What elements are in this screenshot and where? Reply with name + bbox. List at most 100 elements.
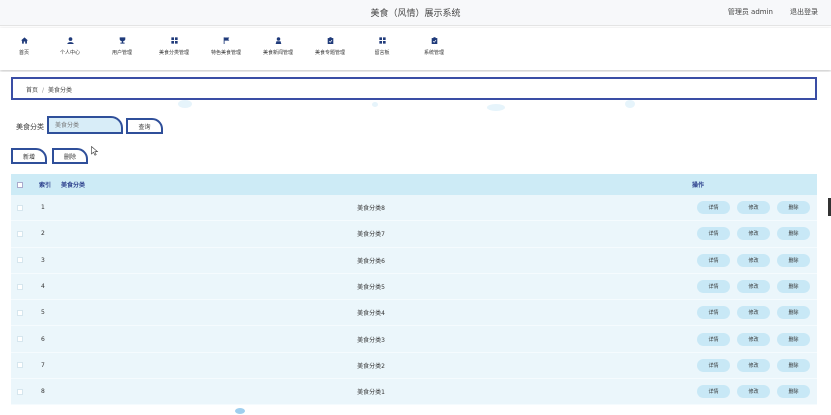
nav-item-system[interactable]: 系统管理 bbox=[408, 28, 460, 70]
delete-button[interactable]: 删除 bbox=[777, 201, 810, 215]
table-body: 1 美食分类8 详情 修改 删除 2 美食分类7 详情 修改 删除 3 美食分类6 详情 修改 删除 4 美食分… bbox=[11, 195, 817, 406]
row-name: 美食分类1 bbox=[357, 389, 385, 397]
row-actions: 详情 修改 删除 bbox=[697, 201, 810, 215]
detail-button[interactable]: 详情 bbox=[697, 358, 730, 372]
nav-item-category[interactable]: 美食分类管理 bbox=[148, 28, 200, 70]
trophy-icon bbox=[119, 37, 125, 44]
row-name: 美食分类3 bbox=[357, 336, 385, 344]
edit-button[interactable]: 修改 bbox=[737, 306, 770, 320]
search-input[interactable] bbox=[47, 116, 123, 134]
row-checkbox[interactable] bbox=[17, 362, 23, 369]
row-name: 美食分类4 bbox=[357, 310, 385, 318]
row-checkbox[interactable] bbox=[17, 230, 23, 237]
detail-button[interactable]: 详情 bbox=[697, 385, 730, 399]
nav-item-users[interactable]: 用户管理 bbox=[96, 28, 148, 70]
row-name: 美食分类8 bbox=[357, 205, 385, 213]
table-row: 8 美食分类1 详情 修改 删除 bbox=[11, 379, 817, 406]
row-index: 8 bbox=[41, 388, 45, 396]
delete-button[interactable]: 删除 bbox=[777, 385, 810, 399]
nav-item-label: 特色美食管理 bbox=[210, 50, 241, 56]
row-index: 6 bbox=[41, 335, 45, 343]
detail-button[interactable]: 详情 bbox=[697, 253, 730, 267]
table-row: 4 美食分类5 详情 修改 删除 bbox=[11, 273, 817, 301]
clipboard-icon bbox=[327, 37, 333, 44]
row-checkbox[interactable] bbox=[17, 204, 23, 211]
select-all-checkbox[interactable] bbox=[17, 181, 23, 188]
row-checkbox[interactable] bbox=[17, 336, 23, 343]
top-bar: 美食（风情）展示系统 管理员 admin 退出登录 bbox=[0, 0, 831, 26]
nav-item-label: 留言板 bbox=[374, 50, 390, 56]
row-name: 美食分类5 bbox=[357, 284, 385, 292]
row-index: 7 bbox=[41, 361, 45, 369]
row-actions: 详情 修改 删除 bbox=[697, 253, 810, 267]
row-checkbox[interactable] bbox=[17, 283, 23, 290]
decor-blob bbox=[487, 104, 505, 111]
add-button[interactable]: 新增 bbox=[11, 148, 47, 164]
row-checkbox[interactable] bbox=[17, 309, 23, 316]
mouse-cursor-icon bbox=[91, 146, 99, 156]
delete-button[interactable]: 删除 bbox=[777, 306, 810, 320]
edit-button[interactable]: 修改 bbox=[737, 385, 770, 399]
delete-button[interactable]: 删除 bbox=[777, 253, 810, 267]
search-label: 美食分类 bbox=[16, 123, 44, 131]
row-actions: 详情 修改 删除 bbox=[697, 332, 810, 346]
detail-button[interactable]: 详情 bbox=[697, 306, 730, 320]
nav-item-messages[interactable]: 留言板 bbox=[356, 28, 408, 70]
row-actions: 详情 修改 删除 bbox=[697, 280, 810, 294]
batch-delete-button[interactable]: 删除 bbox=[52, 148, 88, 164]
nav-item-specialty[interactable]: 特色美食管理 bbox=[200, 28, 252, 70]
breadcrumb-separator: / bbox=[42, 87, 45, 94]
row-index: 3 bbox=[41, 256, 45, 264]
nav-item-label: 美食专题管理 bbox=[314, 50, 345, 56]
detail-button[interactable]: 详情 bbox=[697, 227, 730, 241]
person-icon bbox=[275, 37, 281, 44]
home-icon bbox=[20, 37, 28, 44]
delete-button[interactable]: 删除 bbox=[777, 280, 810, 294]
category-table: 索引 美食分类 操作 1 美食分类8 详情 修改 删除 2 美食分类7 详情 修改 删除 3 美食分类… bbox=[11, 174, 817, 406]
row-index: 2 bbox=[41, 230, 45, 238]
user-icon bbox=[66, 37, 74, 44]
col-header-name: 美食分类 bbox=[61, 182, 86, 189]
row-actions: 详情 修改 删除 bbox=[697, 306, 810, 320]
nav-item-home[interactable]: 首页 bbox=[4, 28, 44, 70]
row-checkbox[interactable] bbox=[17, 257, 23, 264]
table-header: 索引 美食分类 操作 bbox=[11, 174, 817, 195]
table-row: 3 美食分类6 详情 修改 删除 bbox=[11, 247, 817, 274]
flag-icon bbox=[223, 37, 229, 44]
row-checkbox[interactable] bbox=[17, 388, 23, 395]
col-header-ops: 操作 bbox=[692, 182, 705, 189]
delete-button[interactable]: 删除 bbox=[777, 227, 810, 241]
edit-button[interactable]: 修改 bbox=[737, 358, 770, 372]
row-index: 5 bbox=[41, 309, 45, 317]
table-row: 6 美食分类3 详情 修改 删除 bbox=[11, 326, 817, 353]
col-header-index: 索引 bbox=[39, 182, 52, 189]
edit-button[interactable]: 修改 bbox=[737, 332, 770, 346]
decor-blob bbox=[625, 100, 635, 108]
query-button[interactable]: 查询 bbox=[126, 118, 163, 134]
detail-button[interactable]: 详情 bbox=[697, 280, 730, 294]
detail-button[interactable]: 详情 bbox=[697, 332, 730, 346]
delete-button[interactable]: 删除 bbox=[777, 332, 810, 346]
nav-item-news[interactable]: 美食新闻管理 bbox=[252, 28, 304, 70]
row-actions: 详情 修改 删除 bbox=[697, 385, 810, 399]
table-row: 2 美食分类7 详情 修改 删除 bbox=[11, 221, 817, 248]
row-index: 4 bbox=[41, 283, 45, 291]
edit-button[interactable]: 修改 bbox=[737, 227, 770, 241]
breadcrumb-home[interactable]: 首页 bbox=[26, 87, 38, 94]
nav-item-topic[interactable]: 美食专题管理 bbox=[304, 28, 356, 70]
edit-button[interactable]: 修改 bbox=[737, 253, 770, 267]
detail-button[interactable]: 详情 bbox=[697, 201, 730, 215]
nav-item-label: 美食新闻管理 bbox=[262, 50, 293, 56]
table-row: 5 美食分类4 详情 修改 删除 bbox=[11, 300, 817, 327]
edit-button[interactable]: 修改 bbox=[737, 280, 770, 294]
grid-icon bbox=[170, 37, 178, 44]
logout-link[interactable]: 退出登录 bbox=[790, 7, 818, 17]
decor-blob bbox=[372, 102, 378, 107]
nav-item-label: 用户管理 bbox=[111, 50, 132, 56]
delete-button[interactable]: 删除 bbox=[777, 358, 810, 372]
nav-item-label: 美食分类管理 bbox=[158, 50, 189, 56]
current-user: 管理员 admin bbox=[727, 8, 773, 16]
row-actions: 详情 修改 删除 bbox=[697, 358, 810, 372]
edit-button[interactable]: 修改 bbox=[737, 201, 770, 215]
nav-item-profile[interactable]: 个人中心 bbox=[44, 28, 96, 70]
